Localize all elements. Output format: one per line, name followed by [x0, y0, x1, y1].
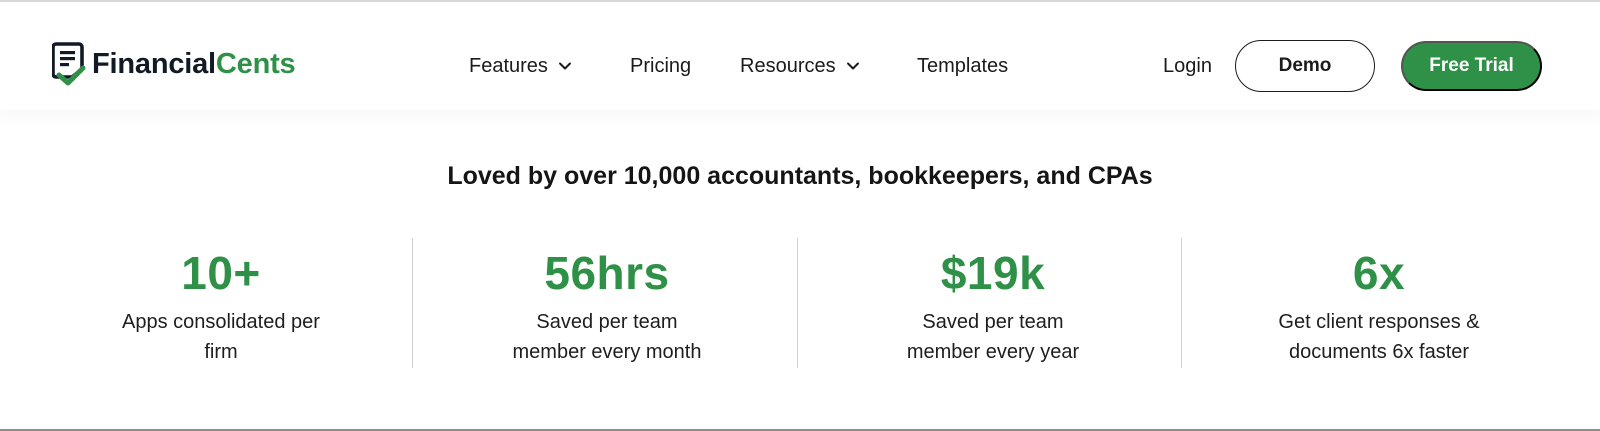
page: FinancialCents Features Pricing Resource…: [0, 0, 1600, 431]
stat-description-line: member every year: [906, 341, 1080, 363]
nav-item-pricing[interactable]: Pricing: [630, 46, 691, 86]
stats-headline: Loved by over 10,000 accountants, bookke…: [447, 162, 1153, 190]
nav-item-label: Templates: [917, 54, 1009, 77]
stat-divider: [1181, 238, 1182, 368]
document-check-shield-icon: [52, 42, 86, 86]
stat-apps-consolidated: 10+ Apps consolidated per firm: [28, 238, 414, 368]
stat-description-line: Saved per team: [536, 311, 678, 333]
free-trial-button[interactable]: Free Trial: [1401, 41, 1542, 91]
nav-item-label: Pricing: [630, 54, 692, 77]
stat-money-saved: $19k Saved per team member every year: [800, 238, 1186, 368]
stat-description-line: Saved per team: [922, 311, 1064, 333]
stats-row: 10+ Apps consolidated per firm 56hrs Sav…: [28, 238, 1572, 368]
stat-faster-responses: 6x Get client responses & documents 6x f…: [1186, 238, 1572, 368]
stat-divider: [797, 238, 798, 368]
chevron-down-icon: [846, 62, 859, 70]
stat-hours-saved: 56hrs Saved per team member every month: [414, 238, 800, 368]
stat-description: Saved per team member every month: [414, 307, 800, 367]
stat-divider: [412, 238, 413, 368]
nav-item-resources[interactable]: Resources: [740, 46, 860, 86]
chevron-down-icon: [558, 62, 571, 70]
stat-description: Apps consolidated per firm: [28, 307, 414, 367]
stat-description-line: member every month: [512, 341, 702, 363]
nav-item-features[interactable]: Features: [469, 46, 572, 86]
stat-description: Get client responses & documents 6x fast…: [1186, 307, 1572, 367]
stat-description-line: documents 6x faster: [1288, 341, 1470, 363]
stat-description: Saved per team member every year: [800, 307, 1186, 367]
login-link[interactable]: Login: [1163, 46, 1212, 86]
stat-value: 10+: [181, 247, 261, 299]
stat-description-line: Get client responses &: [1278, 311, 1480, 333]
stat-value: 6x: [1352, 247, 1406, 299]
nav-item-label: Resources: [740, 54, 836, 77]
brand-name: FinancialCents: [92, 48, 296, 80]
stat-description-line: firm: [204, 341, 238, 363]
stat-value: $19k: [940, 247, 1046, 299]
stat-value: 56hrs: [544, 247, 670, 299]
demo-button[interactable]: Demo: [1235, 40, 1375, 92]
nav-item-templates[interactable]: Templates: [917, 46, 1008, 86]
brand-logo[interactable]: FinancialCents: [52, 42, 296, 86]
stat-description-line: Apps consolidated per: [122, 311, 320, 333]
site-header: FinancialCents Features Pricing Resource…: [0, 2, 1600, 110]
nav-item-label: Features: [469, 54, 548, 77]
